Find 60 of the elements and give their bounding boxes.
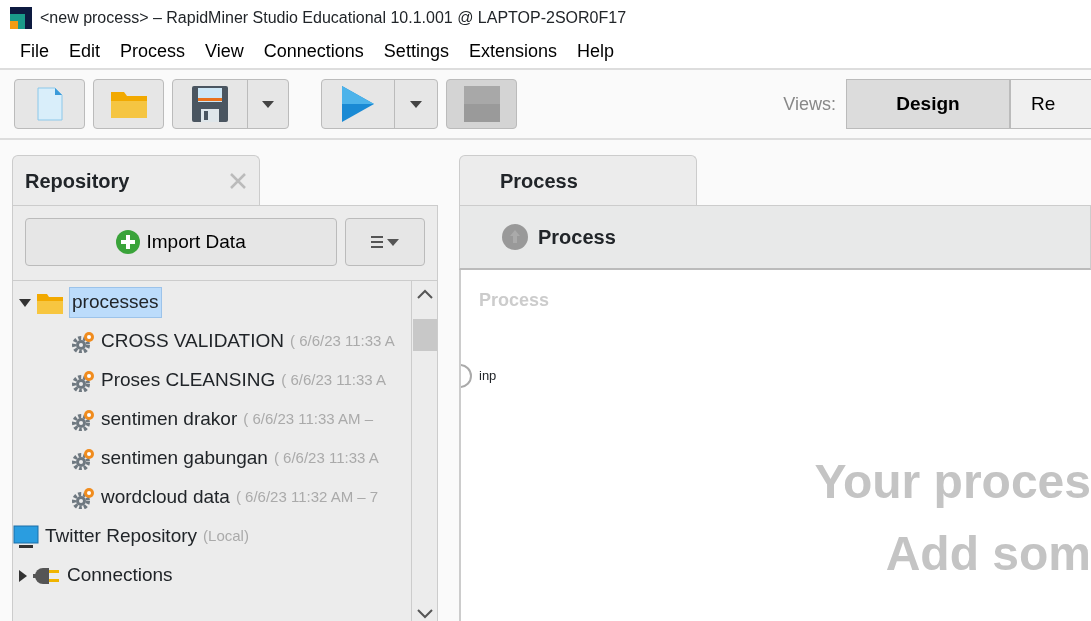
folder-icon bbox=[37, 291, 63, 314]
tree-item[interactable]: Twitter Repository bbox=[45, 522, 198, 551]
menu-item[interactable]: Connections bbox=[255, 38, 372, 65]
file-icon bbox=[36, 87, 63, 121]
tree-item[interactable]: CROSS VALIDATION bbox=[101, 327, 284, 356]
menu-item[interactable]: Help bbox=[568, 38, 622, 65]
plug-icon bbox=[33, 565, 61, 586]
gear-icon bbox=[71, 486, 95, 509]
gear-icon bbox=[71, 408, 95, 431]
tree-item[interactable]: Connections bbox=[67, 561, 173, 590]
plus-icon bbox=[116, 230, 141, 254]
monitor-icon bbox=[13, 524, 39, 549]
caret-icon bbox=[409, 100, 422, 108]
hint-text: Your proces bbox=[814, 454, 1091, 510]
input-port-icon bbox=[461, 364, 472, 388]
menu-item[interactable]: Process bbox=[112, 38, 194, 65]
gear-icon bbox=[71, 330, 95, 353]
tree-item[interactable]: Proses CLEANSING bbox=[101, 366, 276, 395]
breadcrumb-item[interactable]: Process bbox=[538, 222, 616, 252]
menu-icon bbox=[371, 236, 400, 248]
window-title: <new process> – RapidMiner Studio Educational 10.1.001 @ LAPTOP-2SOR0F17 bbox=[40, 7, 627, 28]
item-details: (Local) bbox=[203, 526, 249, 547]
item-details: ( 6/6/23 11:33 A bbox=[273, 448, 379, 469]
play-icon bbox=[341, 86, 374, 122]
panel-tab[interactable]: Repository bbox=[12, 155, 260, 205]
panel-tab[interactable]: Process bbox=[459, 155, 697, 205]
view-tab[interactable]: Re bbox=[1010, 79, 1091, 129]
tree-item[interactable]: sentimen gabungan bbox=[101, 444, 268, 473]
open-button[interactable] bbox=[93, 79, 164, 129]
tree-item[interactable]: wordcloud data bbox=[101, 483, 230, 512]
menu-item[interactable]: Settings bbox=[375, 38, 457, 65]
view-tab[interactable]: Design bbox=[846, 79, 1010, 129]
caret-icon bbox=[261, 100, 274, 108]
item-details: ( 6/6/23 11:32 AM – 7 bbox=[235, 487, 379, 508]
views-label: Views: bbox=[783, 92, 836, 116]
menu-item[interactable]: Extensions bbox=[460, 38, 565, 65]
tree-item[interactable]: processes bbox=[69, 287, 162, 318]
tab-label: Repository bbox=[25, 168, 130, 194]
item-details: ( 6/6/23 11:33 A bbox=[281, 370, 387, 391]
stop-icon bbox=[463, 86, 500, 122]
import-data-button[interactable]: Import Data bbox=[25, 218, 338, 266]
port-label: inp bbox=[479, 367, 497, 385]
scroll-up-icon bbox=[417, 289, 433, 299]
item-details: ( 6/6/23 11:33 A bbox=[290, 331, 395, 352]
menu-item[interactable]: View bbox=[197, 38, 252, 65]
tree-item[interactable]: sentimen drakor bbox=[101, 405, 238, 434]
scroll-down-icon bbox=[417, 609, 433, 619]
item-details: ( 6/6/23 11:33 AM – bbox=[243, 409, 374, 430]
folder-icon bbox=[109, 89, 148, 119]
new-file-button[interactable] bbox=[14, 79, 85, 129]
scrollbar-thumb[interactable] bbox=[413, 319, 437, 351]
stop-button[interactable] bbox=[446, 79, 517, 129]
close-icon bbox=[229, 171, 247, 190]
menu-button[interactable] bbox=[345, 218, 425, 266]
menu-item[interactable]: File bbox=[12, 38, 57, 65]
gear-icon bbox=[71, 369, 95, 392]
app-logo-icon bbox=[10, 6, 32, 29]
hint-text: Add som bbox=[885, 526, 1091, 582]
menu-item[interactable]: Edit bbox=[61, 38, 109, 65]
gear-icon bbox=[71, 447, 95, 470]
